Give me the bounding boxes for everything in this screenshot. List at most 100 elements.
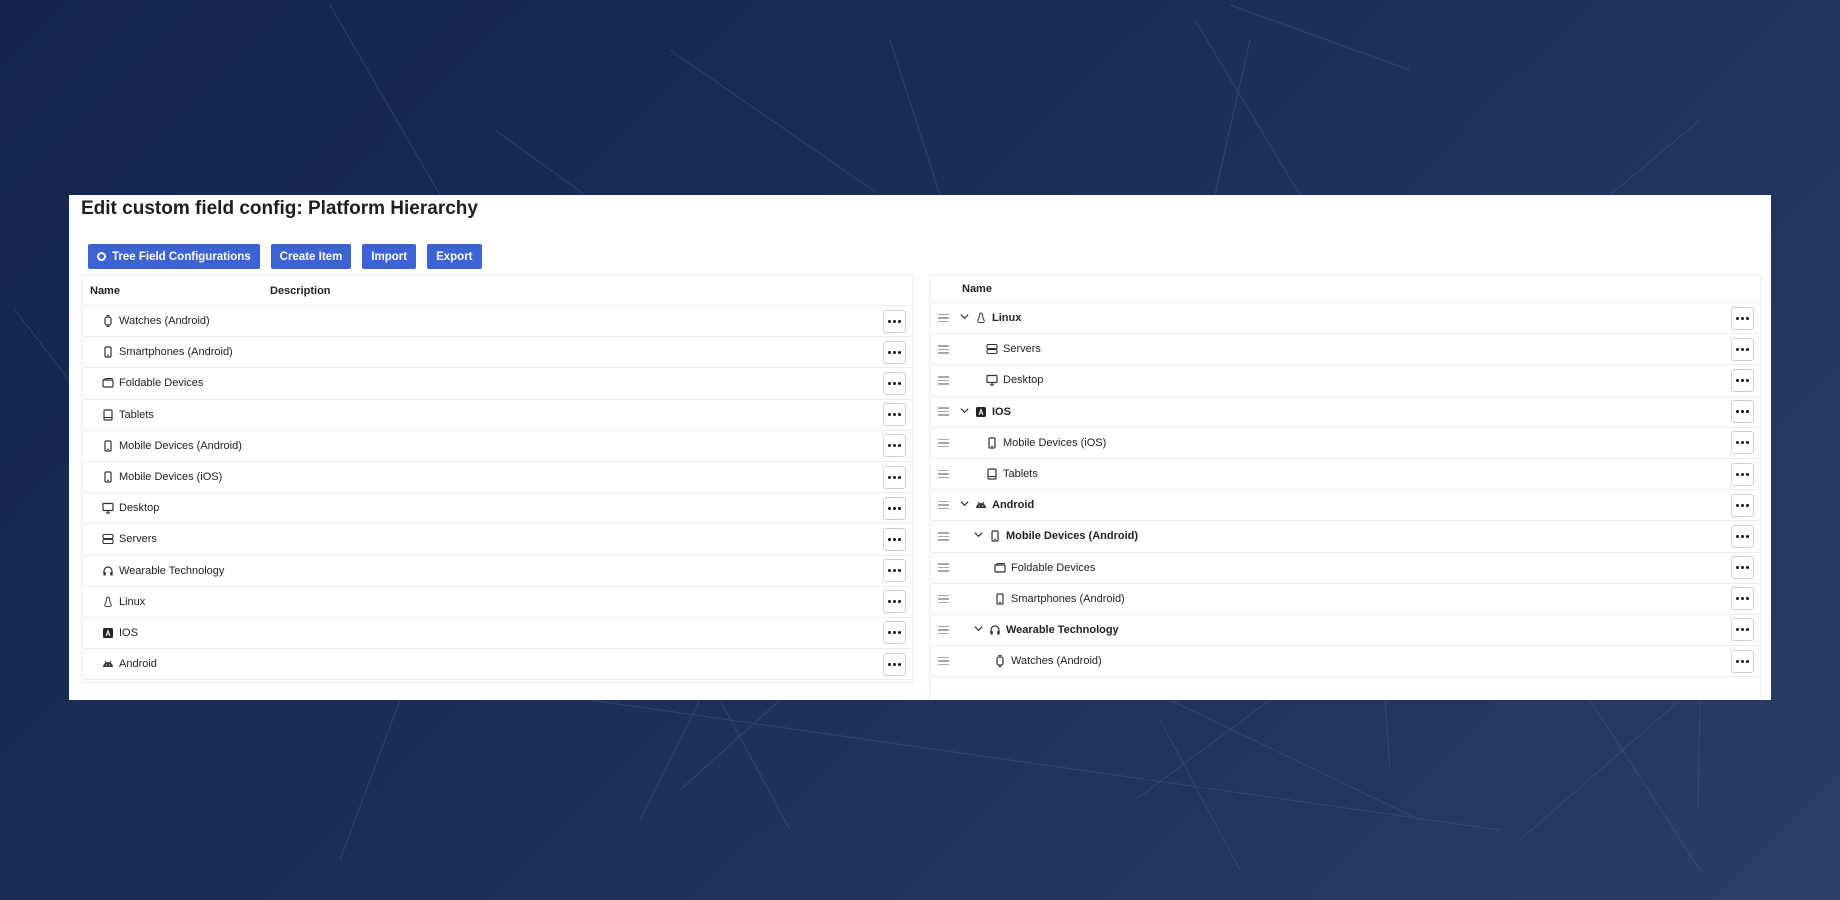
row-label: Wearable Technology: [119, 564, 225, 577]
row-actions-button[interactable]: [883, 434, 906, 458]
drag-line: [938, 535, 949, 538]
row-actions-button[interactable]: [883, 340, 906, 364]
row-label: Tablets: [119, 408, 154, 421]
tree-node-label: Desktop: [1003, 374, 1044, 387]
phone-icon: [102, 346, 114, 358]
tree-node-label: Mobile Devices (Android): [1006, 530, 1139, 543]
dot: [1741, 597, 1744, 601]
column-header-name: Name: [90, 284, 120, 297]
tablet-icon: [986, 468, 998, 480]
chevron-down-icon[interactable]: [972, 623, 984, 637]
row-actions-button[interactable]: [883, 527, 906, 551]
row-actions-button[interactable]: [1731, 556, 1754, 580]
drag-line: [938, 407, 949, 409]
server-icon: [102, 533, 114, 545]
dot: [898, 350, 901, 354]
row-label: Watches (Android): [119, 315, 210, 328]
tree-row[interactable]: Servers: [930, 334, 1760, 366]
row-actions-button[interactable]: [883, 652, 906, 676]
row-actions-button[interactable]: [1731, 431, 1754, 455]
drag-handle-icon[interactable]: [938, 530, 949, 543]
import-button[interactable]: Import: [362, 244, 417, 269]
dot: [898, 506, 901, 510]
row-actions-button[interactable]: [883, 496, 906, 520]
row-name-cell: Smartphones (Android): [82, 346, 233, 358]
drag-handle-icon[interactable]: [938, 312, 949, 325]
drag-handle-icon[interactable]: [938, 343, 949, 356]
drag-handle-icon[interactable]: [938, 593, 949, 606]
create-item-button[interactable]: Create Item: [270, 244, 352, 269]
row-actions-button[interactable]: [883, 309, 906, 333]
row-actions-button[interactable]: [1731, 337, 1754, 361]
row-name-cell: Tablets: [82, 409, 154, 421]
drag-handle-icon[interactable]: [938, 561, 949, 574]
tree-row[interactable]: Linux: [930, 303, 1760, 335]
dot: [893, 662, 896, 666]
tree-field-configurations-button[interactable]: Tree Field Configurations: [88, 244, 260, 269]
tree-row[interactable]: Tablets: [930, 459, 1760, 491]
table-row: Servers: [82, 524, 912, 556]
tree-node-label: Linux: [992, 312, 1022, 325]
drag-line: [938, 313, 949, 316]
row-actions-button[interactable]: [1731, 524, 1754, 548]
drag-line: [938, 570, 949, 572]
drag-handle-icon[interactable]: [938, 374, 949, 387]
drag-handle-icon[interactable]: [938, 624, 949, 637]
dot: [898, 662, 901, 666]
drag-line: [938, 504, 949, 506]
tree-row[interactable]: IOS: [930, 397, 1760, 428]
row-actions-button[interactable]: [883, 465, 906, 489]
drag-line: [938, 500, 949, 503]
drag-handle-icon[interactable]: [938, 468, 949, 481]
row-actions-button[interactable]: [1731, 368, 1754, 392]
row-actions-button[interactable]: [883, 621, 906, 645]
drag-handle-icon[interactable]: [938, 499, 949, 512]
row-actions-button[interactable]: [1731, 400, 1754, 424]
row-actions-button[interactable]: [883, 371, 906, 395]
headphones-icon: [989, 624, 1001, 636]
export-button[interactable]: Export: [427, 244, 482, 269]
row-actions-button[interactable]: [883, 559, 906, 583]
dot: [893, 350, 896, 354]
row-actions-button[interactable]: [1731, 306, 1754, 330]
chevron-down-icon[interactable]: [972, 529, 984, 543]
dot: [1746, 410, 1749, 414]
drag-line: [938, 532, 949, 534]
drag-line: [938, 625, 949, 628]
row-actions-button[interactable]: [1731, 649, 1754, 673]
tree-row[interactable]: Watches (Android): [930, 646, 1760, 678]
drag-handle-icon[interactable]: [938, 655, 949, 668]
dot: [1736, 410, 1739, 414]
tree-row[interactable]: Android: [930, 490, 1760, 522]
phone-icon: [994, 593, 1006, 605]
table-row: Linux: [82, 587, 912, 618]
row-actions-button[interactable]: [883, 590, 906, 614]
tree-row[interactable]: Foldable Devices: [930, 553, 1760, 584]
chevron-down-icon[interactable]: [958, 498, 970, 512]
tree-node: Foldable Devices: [994, 562, 1095, 574]
tree-row[interactable]: Wearable Technology: [930, 615, 1760, 647]
row-label: Servers: [119, 533, 157, 546]
dot: [888, 662, 891, 666]
row-actions-button[interactable]: [883, 403, 906, 427]
table-row: Android: [82, 649, 912, 681]
toolbar: Tree Field Configurations Create Item Im…: [88, 244, 482, 269]
row-actions-button[interactable]: [1731, 587, 1754, 611]
dot: [888, 444, 891, 448]
tree-row[interactable]: Desktop: [930, 365, 1760, 397]
row-name-cell: Linux: [82, 596, 145, 608]
row-actions-button[interactable]: [1731, 462, 1754, 486]
drag-handle-icon[interactable]: [938, 405, 949, 418]
drag-handle-icon[interactable]: [938, 437, 949, 450]
tree-row[interactable]: Smartphones (Android): [930, 584, 1760, 615]
tree-row[interactable]: Mobile Devices (iOS): [930, 428, 1760, 459]
dot: [1746, 347, 1749, 351]
chevron-down-icon[interactable]: [958, 311, 970, 325]
tree-row[interactable]: Mobile Devices (Android): [930, 521, 1760, 553]
drag-line: [938, 442, 949, 444]
row-actions-button[interactable]: [1731, 618, 1754, 642]
chevron-down-icon[interactable]: [958, 405, 970, 419]
drag-line: [938, 438, 949, 441]
row-actions-button[interactable]: [1731, 493, 1754, 517]
row-name-cell: Desktop: [82, 502, 159, 514]
